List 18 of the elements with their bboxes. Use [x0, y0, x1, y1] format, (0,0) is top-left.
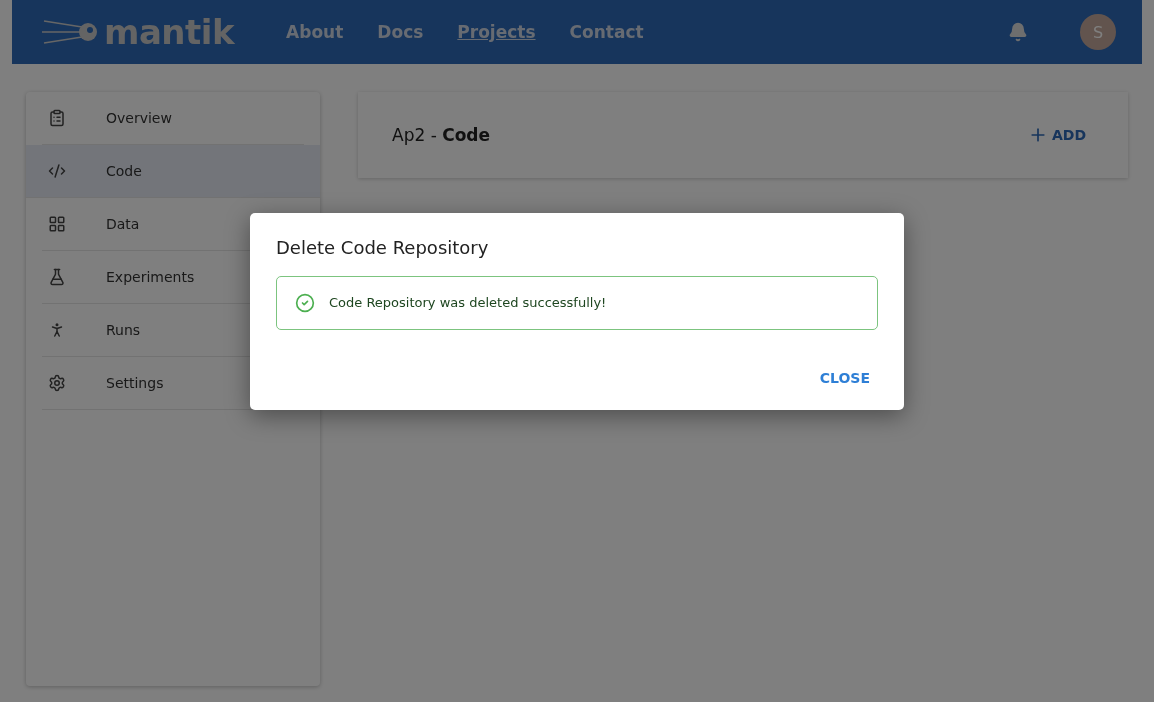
nav-link[interactable]: Contact	[563, 18, 650, 46]
nav-link[interactable]: Projects	[451, 18, 542, 46]
nav-link[interactable]: Docs	[371, 18, 430, 46]
sidebar-item[interactable]: Code	[26, 145, 320, 198]
page-title: Ap2 - Code	[392, 125, 491, 145]
logo-text[interactable]: mantik	[104, 12, 235, 52]
notification-bell-icon[interactable]	[1008, 22, 1028, 42]
grid-icon	[48, 215, 66, 233]
close-button[interactable]: CLOSE	[811, 363, 878, 392]
code-icon	[48, 162, 66, 180]
settings-icon	[48, 374, 66, 392]
flask-icon	[48, 268, 66, 286]
nav-link[interactable]: About	[280, 18, 350, 46]
logo-icon	[42, 17, 100, 47]
alert-message: Code Repository was deleted successfully!	[329, 295, 607, 310]
clipboard-icon	[48, 109, 66, 127]
check-circle-icon	[295, 292, 315, 313]
add-button[interactable]: ADD	[1019, 119, 1094, 151]
